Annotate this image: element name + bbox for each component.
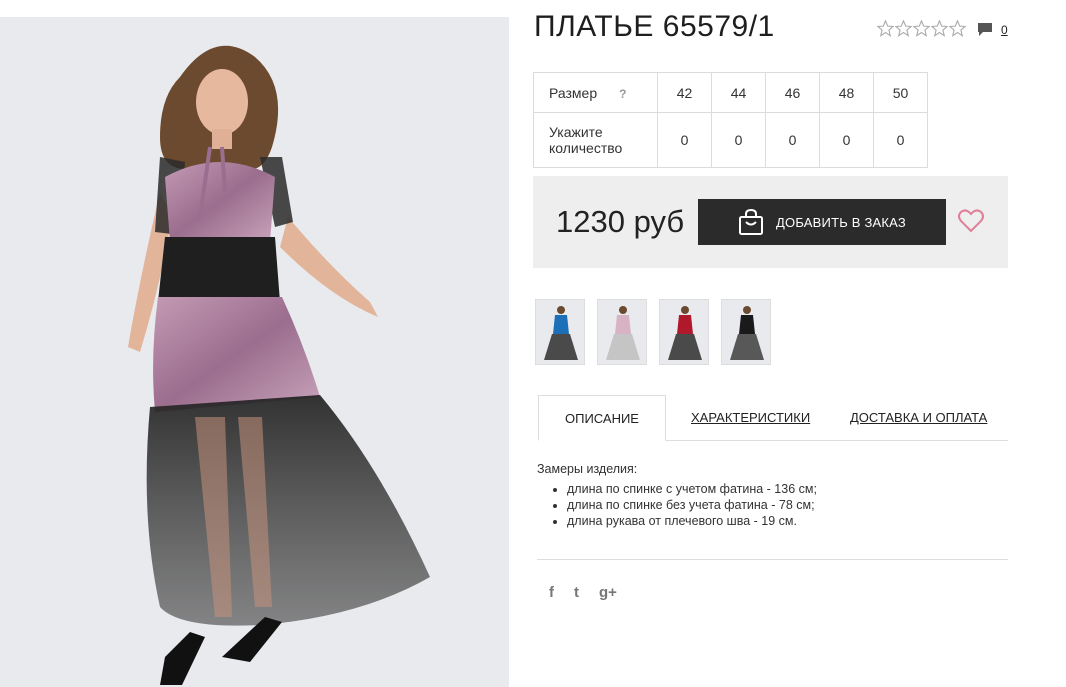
social-share: f t g+ xyxy=(549,584,617,601)
quantity-header-cell: Укажите количество xyxy=(533,112,658,168)
size-table: Размер? 42 44 46 48 50 Укажите количеств… xyxy=(533,72,928,168)
size-cell: 42 xyxy=(657,72,712,113)
facebook-icon[interactable]: f xyxy=(549,584,554,601)
rating-stars[interactable] xyxy=(877,20,966,37)
star-icon[interactable] xyxy=(931,20,948,37)
thumbnail-pink[interactable] xyxy=(597,299,647,365)
description-panel: Замеры изделия: длина по спинке с учетом… xyxy=(537,462,817,529)
size-label: Размер xyxy=(549,84,598,101)
quantity-input[interactable]: 0 xyxy=(765,112,820,168)
star-icon[interactable] xyxy=(913,20,930,37)
product-title: ПЛАТЬЕ 65579/1 xyxy=(534,10,775,43)
size-help-icon[interactable]: ? xyxy=(619,87,626,101)
quantity-label-line2: количество xyxy=(549,140,623,156)
purchase-panel: 1230 руб ДОБАВИТЬ В ЗАКАЗ xyxy=(533,176,1008,268)
comments-count[interactable]: 0 xyxy=(1001,23,1008,37)
main-product-photo[interactable] xyxy=(0,17,509,687)
thumbnail-image xyxy=(544,306,578,360)
dress-model-image xyxy=(128,45,430,685)
list-item: длина рукава от плечевого шва - 19 см. xyxy=(567,513,817,529)
size-cell: 44 xyxy=(711,72,766,113)
star-icon[interactable] xyxy=(949,20,966,37)
quantity-row: Укажите количество 0 0 0 0 0 xyxy=(533,112,928,168)
tab-delivery[interactable]: ДОСТАВКА И ОПЛАТА xyxy=(850,395,987,440)
divider xyxy=(537,559,1008,560)
comment-icon xyxy=(978,23,992,36)
thumbnail-blue[interactable] xyxy=(535,299,585,365)
shopping-bag-icon xyxy=(739,208,764,235)
thumbnail-image xyxy=(668,306,702,360)
thumbnail-black[interactable] xyxy=(721,299,771,365)
thumbnail-gallery xyxy=(535,299,771,365)
product-tabs: ОПИСАНИЕ ХАРАКТЕРИСТИКИ ДОСТАВКА И ОПЛАТ… xyxy=(538,395,1008,441)
size-row: Размер? 42 44 46 48 50 xyxy=(533,72,928,113)
description-lead: Замеры изделия: xyxy=(537,462,638,476)
tab-characteristics[interactable]: ХАРАКТЕРИСТИКИ xyxy=(691,395,810,440)
size-header-cell: Размер? xyxy=(533,72,658,113)
price: 1230 руб xyxy=(556,204,685,239)
twitter-icon[interactable]: t xyxy=(574,584,579,601)
quantity-input[interactable]: 0 xyxy=(819,112,874,168)
size-cell: 48 xyxy=(819,72,874,113)
heart-icon[interactable] xyxy=(957,207,985,235)
add-to-order-button[interactable]: ДОБАВИТЬ В ЗАКАЗ xyxy=(698,199,946,245)
quantity-input[interactable]: 0 xyxy=(873,112,928,168)
quantity-input[interactable]: 0 xyxy=(657,112,712,168)
list-item: длина по спинке с учетом фатина - 136 см… xyxy=(567,481,817,497)
thumbnail-image xyxy=(606,306,640,360)
add-to-order-label: ДОБАВИТЬ В ЗАКАЗ xyxy=(776,214,906,230)
googleplus-icon[interactable]: g+ xyxy=(599,584,617,601)
list-item: длина по спинке без учета фатина - 78 см… xyxy=(567,497,817,513)
size-cell: 46 xyxy=(765,72,820,113)
quantity-input[interactable]: 0 xyxy=(711,112,766,168)
quantity-label-line1: Укажите xyxy=(549,124,603,140)
comments-link[interactable]: 0 xyxy=(977,22,1008,37)
thumbnail-image xyxy=(730,306,764,360)
thumbnail-red[interactable] xyxy=(659,299,709,365)
star-icon[interactable] xyxy=(877,20,894,37)
measurements-list: длина по спинке с учетом фатина - 136 см… xyxy=(537,481,817,529)
size-cell: 50 xyxy=(873,72,928,113)
tab-description[interactable]: ОПИСАНИЕ xyxy=(538,395,666,441)
star-icon[interactable] xyxy=(895,20,912,37)
